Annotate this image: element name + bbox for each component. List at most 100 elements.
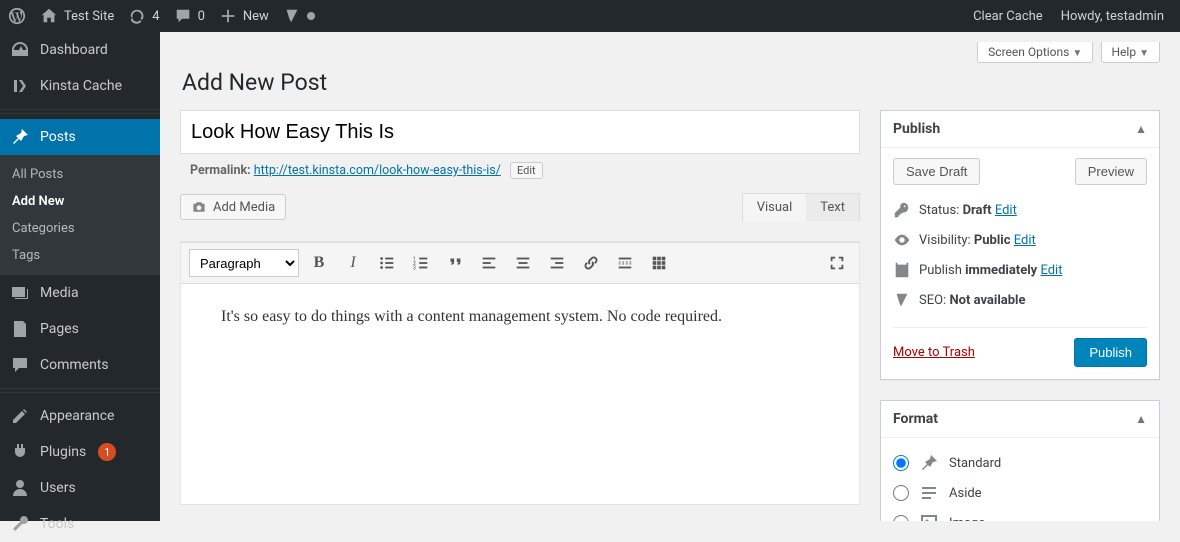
publish-heading[interactable]: Publish▲ — [881, 111, 1159, 148]
pin-icon — [919, 453, 939, 473]
publish-button[interactable]: Publish — [1074, 338, 1147, 367]
add-media-button[interactable]: Add Media — [180, 194, 286, 220]
save-draft-button[interactable]: Save Draft — [893, 158, 980, 185]
editor-toolbar: Paragraph B I 123 — [181, 242, 859, 284]
pin-icon — [10, 127, 30, 147]
new-content-link[interactable]: New — [219, 7, 269, 25]
clear-cache-link[interactable]: Clear Cache — [973, 9, 1043, 24]
comments-count: 0 — [198, 9, 205, 24]
menu-comments[interactable]: Comments — [0, 347, 160, 383]
camera-icon — [191, 199, 207, 215]
yoast-menu[interactable] — [283, 7, 315, 25]
plus-icon — [219, 7, 237, 25]
screen-meta-links: Screen Options▼ Help▼ — [180, 42, 1160, 63]
image-icon — [919, 513, 939, 521]
bullet-list-button[interactable] — [373, 249, 401, 277]
submenu-add-new[interactable]: Add New — [0, 188, 160, 215]
posts-submenu: All Posts Add New Categories Tags — [0, 155, 160, 275]
new-label: New — [243, 9, 269, 24]
media-icon — [10, 283, 30, 303]
home-icon — [40, 7, 58, 25]
appearance-icon — [10, 406, 30, 426]
tools-icon — [10, 514, 30, 534]
menu-dashboard[interactable]: Dashboard — [0, 32, 160, 68]
menu-media[interactable]: Media — [0, 275, 160, 311]
menu-posts[interactable]: Posts — [0, 119, 160, 155]
seo-status-dot — [307, 12, 315, 20]
submenu-tags[interactable]: Tags — [0, 242, 160, 269]
aside-icon — [919, 483, 939, 503]
yoast-icon — [283, 7, 301, 25]
move-to-trash-link[interactable]: Move to Trash — [893, 345, 975, 360]
menu-appearance[interactable]: Appearance — [0, 398, 160, 434]
format-option-aside[interactable]: Aside — [893, 478, 1147, 508]
users-icon — [10, 478, 30, 498]
link-button[interactable] — [577, 249, 605, 277]
menu-plugins[interactable]: Plugins 1 — [0, 434, 160, 470]
seo-row: SEO: Not available — [893, 285, 1147, 315]
submenu-all-posts[interactable]: All Posts — [0, 161, 160, 188]
updates-count: 4 — [152, 9, 159, 24]
visibility-row: Visibility: Public Edit — [893, 225, 1147, 255]
italic-button[interactable]: I — [339, 249, 367, 277]
menu-tools[interactable]: Tools — [0, 506, 160, 542]
format-heading[interactable]: Format▲ — [881, 401, 1159, 438]
updates-link[interactable]: 4 — [128, 7, 159, 25]
comment-icon — [174, 7, 192, 25]
status-row: Status: Draft Edit — [893, 195, 1147, 225]
wp-logo[interactable] — [8, 7, 26, 25]
read-more-button[interactable] — [611, 249, 639, 277]
editor-content[interactable]: It's so easy to do things with a content… — [181, 284, 859, 504]
kinsta-icon — [10, 76, 30, 96]
collapse-icon: ▲ — [1135, 122, 1147, 136]
publish-metabox: Publish▲ Save Draft Preview Status: Draf… — [880, 110, 1160, 380]
permalink-edit-button[interactable]: Edit — [510, 162, 543, 179]
pages-icon — [10, 319, 30, 339]
site-name-link[interactable]: Test Site — [40, 7, 114, 25]
post-title-input[interactable] — [180, 110, 860, 154]
edit-schedule-link[interactable]: Edit — [1040, 263, 1062, 278]
dashboard-icon — [10, 40, 30, 60]
bold-button[interactable]: B — [305, 249, 333, 277]
permalink-link[interactable]: http://test.kinsta.com/look-how-easy-thi… — [254, 163, 501, 178]
submenu-categories[interactable]: Categories — [0, 215, 160, 242]
plugins-update-badge: 1 — [98, 443, 116, 461]
edit-status-link[interactable]: Edit — [995, 203, 1017, 218]
tab-visual[interactable]: Visual — [743, 194, 807, 222]
update-icon — [128, 7, 146, 25]
help-tab[interactable]: Help▼ — [1101, 42, 1161, 63]
tab-text[interactable]: Text — [806, 194, 859, 221]
svg-text:3: 3 — [413, 265, 416, 271]
preview-button[interactable]: Preview — [1075, 158, 1147, 185]
calendar-icon — [893, 261, 911, 279]
page-title: Add New Post — [182, 69, 1160, 96]
schedule-row: Publish immediately Edit — [893, 255, 1147, 285]
plugins-icon — [10, 442, 30, 462]
menu-kinsta-cache[interactable]: Kinsta Cache — [0, 68, 160, 104]
permalink-row: Permalink: http://test.kinsta.com/look-h… — [180, 154, 860, 179]
format-option-standard[interactable]: Standard — [893, 448, 1147, 478]
collapse-icon: ▲ — [1135, 412, 1147, 426]
format-metabox: Format▲ Standard Aside — [880, 400, 1160, 521]
seo-icon — [893, 291, 911, 309]
key-icon — [893, 201, 911, 219]
align-left-button[interactable] — [475, 249, 503, 277]
editor: Paragraph B I 123 It's so easy to do thi… — [180, 241, 860, 505]
my-account-link[interactable]: Howdy, testadmin — [1061, 9, 1164, 24]
numbered-list-button[interactable]: 123 — [407, 249, 435, 277]
align-right-button[interactable] — [543, 249, 571, 277]
comments-link[interactable]: 0 — [174, 7, 205, 25]
fullscreen-button[interactable] — [823, 249, 851, 277]
admin-bar: Test Site 4 0 New Clear Cache Howdy, tes… — [0, 0, 1180, 32]
site-name: Test Site — [64, 9, 114, 24]
toolbar-toggle-button[interactable] — [645, 249, 673, 277]
menu-users[interactable]: Users — [0, 470, 160, 506]
screen-options-tab[interactable]: Screen Options▼ — [977, 42, 1093, 63]
comments-icon — [10, 355, 30, 375]
blockquote-button[interactable] — [441, 249, 469, 277]
menu-pages[interactable]: Pages — [0, 311, 160, 347]
format-select[interactable]: Paragraph — [189, 249, 299, 277]
edit-visibility-link[interactable]: Edit — [1014, 233, 1036, 248]
format-option-image[interactable]: Image — [893, 508, 1147, 521]
align-center-button[interactable] — [509, 249, 537, 277]
